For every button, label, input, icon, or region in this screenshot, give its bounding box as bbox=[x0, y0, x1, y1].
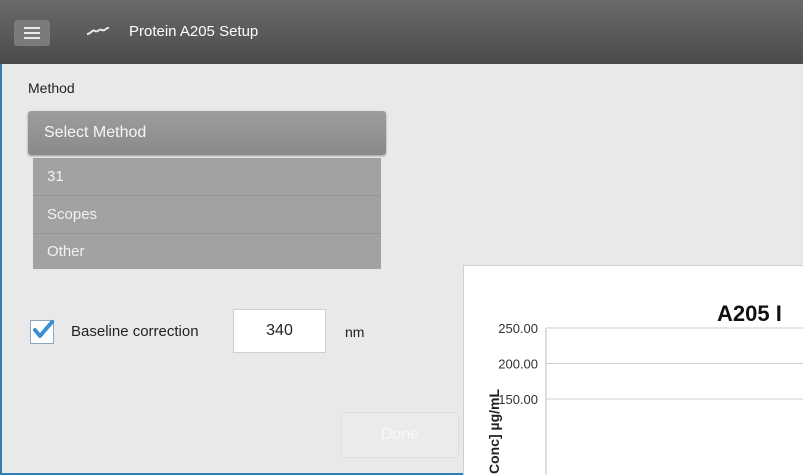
method-option-scopes[interactable]: Scopes bbox=[33, 196, 381, 234]
done-button[interactable]: Done bbox=[341, 412, 459, 458]
method-dropdown-list: 31 Scopes Other bbox=[33, 158, 381, 269]
y-axis-label: Conc] µg/mL bbox=[486, 388, 502, 474]
baseline-correction-label: Baseline correction bbox=[71, 323, 199, 340]
chart-svg: A205 I 250.00 200.00 150.00Conc] µg/mL bbox=[486, 301, 803, 475]
method-select[interactable]: Select Method bbox=[28, 111, 386, 155]
baseline-wavelength-input[interactable]: 340 bbox=[233, 309, 326, 353]
chart-panel: A205 I 250.00 200.00 150.00 Conc] µg/mL bbox=[463, 265, 803, 475]
method-option-other[interactable]: Other bbox=[33, 234, 381, 269]
y-tick-label: 200.00 bbox=[498, 357, 538, 372]
baseline-correction-checkbox[interactable] bbox=[30, 320, 54, 344]
chart-title: A205 I bbox=[717, 301, 782, 326]
method-label: Method bbox=[28, 80, 75, 96]
method-option-31[interactable]: 31 bbox=[33, 158, 381, 196]
hamburger-menu-icon[interactable] bbox=[14, 20, 50, 46]
y-tick-label: 250.00 bbox=[498, 321, 538, 336]
y-tick-label: 150.00 bbox=[498, 392, 538, 407]
title-bar: Protein A205 Setup bbox=[0, 0, 803, 64]
checkmark-icon bbox=[33, 320, 54, 338]
wave-icon bbox=[86, 26, 110, 35]
wavelength-unit-label: nm bbox=[345, 324, 365, 340]
app-title: Protein A205 Setup bbox=[129, 23, 259, 40]
